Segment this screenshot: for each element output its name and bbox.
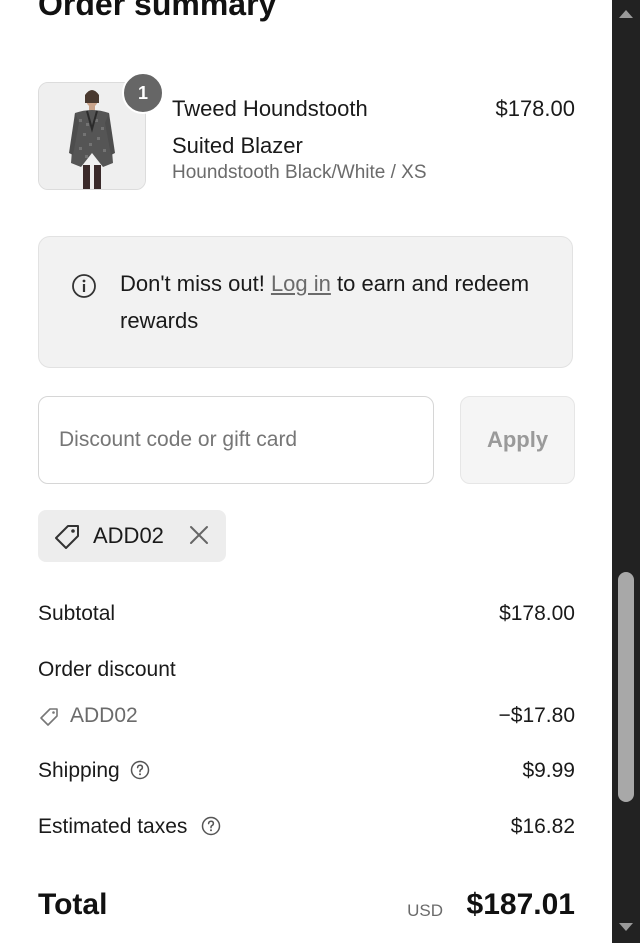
product-name: Tweed Houndstooth Suited Blazer [172, 96, 368, 158]
total-value: $187.01 [466, 888, 575, 921]
line-item: 1 Tweed Houndstooth Suited Blazer Hounds… [38, 72, 575, 192]
page-title: Order summary [38, 0, 277, 22]
subtotal-label: Subtotal [38, 602, 116, 625]
taxes-label: Estimated taxes [38, 815, 188, 838]
total-row: Total USD $187.01 [38, 886, 575, 930]
rewards-banner-text: Don't miss out! Log in to earn and redee… [120, 265, 540, 339]
quantity-badge: 1 [122, 72, 164, 114]
product-thumbnail-wrap: 1 [38, 72, 164, 190]
applied-discount-code: ADD02 [93, 523, 164, 548]
login-link[interactable]: Log in [271, 271, 331, 296]
taxes-label-wrap: Estimated taxes [38, 811, 221, 843]
tag-icon [55, 525, 79, 549]
scroll-up-icon[interactable] [619, 10, 633, 18]
shipping-label-wrap: Shipping [38, 755, 150, 787]
order-discount-row: Order discount [38, 654, 575, 686]
discount-code-label: ADD02 [70, 704, 138, 727]
apply-button[interactable]: Apply [460, 396, 575, 484]
subtotal-value: $178.00 [499, 602, 575, 625]
scrollbar-thumb[interactable] [618, 572, 634, 802]
scrollbar[interactable] [612, 0, 640, 943]
rewards-banner: Don't miss out! Log in to earn and redee… [38, 236, 573, 368]
taxes-help-icon[interactable] [201, 816, 221, 836]
product-variant: Houndstooth Black/White / XS [172, 162, 427, 183]
shipping-label: Shipping [38, 759, 120, 782]
rewards-banner-prefix: Don't miss out! [120, 271, 265, 296]
shipping-value: $9.99 [522, 759, 575, 782]
shipping-row: Shipping $9.99 [38, 755, 575, 787]
total-label: Total [38, 888, 108, 921]
taxes-value: $16.82 [510, 815, 575, 838]
taxes-row: Estimated taxes $16.82 [38, 811, 575, 843]
total-currency: USD [407, 901, 443, 920]
applied-discount-chip: ADD02 [38, 510, 226, 562]
scroll-down-icon[interactable] [619, 923, 633, 931]
info-icon [72, 274, 96, 298]
shipping-help-icon[interactable] [130, 760, 150, 780]
discount-code-input[interactable] [38, 396, 434, 484]
subtotal-row: Subtotal $178.00 [38, 598, 575, 630]
remove-discount-icon[interactable] [186, 522, 212, 548]
discount-value: −$17.80 [498, 704, 576, 727]
product-price: $178.00 [495, 96, 575, 121]
discount-code-row: ADD02 −$17.80 [38, 700, 575, 732]
order-summary-page: Order summary 1 Tweed Houndstooth Suited… [0, 0, 640, 943]
order-discount-label: Order discount [38, 658, 176, 681]
